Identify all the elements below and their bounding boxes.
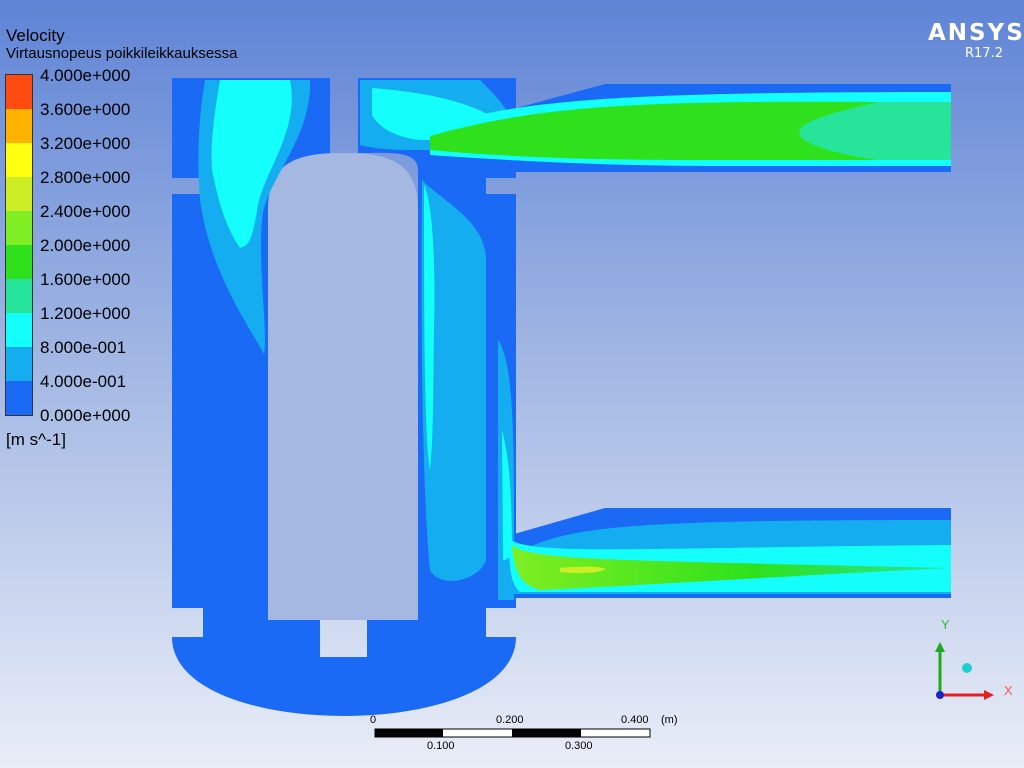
y-axis-label: Y <box>941 617 950 632</box>
scale-label: 0.100 <box>427 740 455 752</box>
scale-label: 0 <box>370 714 377 726</box>
length-scale-bar <box>374 728 651 738</box>
inner-column <box>268 153 418 620</box>
axis-triad <box>935 642 994 700</box>
scale-unit: (m) <box>661 714 678 726</box>
scale-label: 0.400 <box>621 714 649 726</box>
scale-label: 0.300 <box>565 740 593 752</box>
x-axis-label: X <box>1004 683 1013 698</box>
velocity-contour-plot <box>172 78 994 738</box>
scale-label: 0.200 <box>496 714 524 726</box>
